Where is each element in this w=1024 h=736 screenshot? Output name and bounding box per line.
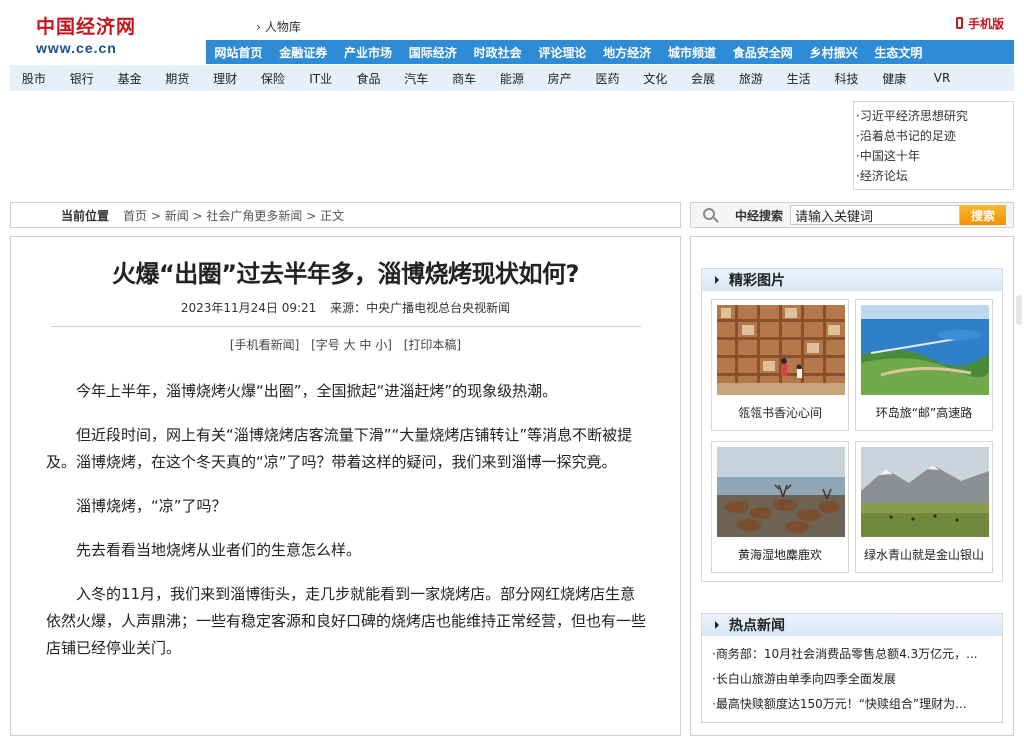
gallery-caption: 绿水青山就是金山银山 [863,548,984,562]
nav-primary-item[interactable]: 城市频道 [660,44,725,61]
mobile-version-link[interactable]: 手机版 [956,15,1004,32]
search-input[interactable] [790,205,961,225]
font-size-control[interactable]: [字号 大 中 小] [311,338,392,352]
featured-links-box: ·习近平经济思想研究 ·沿着总书记的足迹 ·中国这十年 ·经济论坛 [853,101,1014,190]
logo-chinese: 中国经济网 [36,16,137,38]
hot-news-box: 热点新闻 ·商务部：10月社会消费品零售总额4.3万亿元，... ·长白山旅游由… [701,613,1003,723]
chevron-right-icon: › [256,20,261,34]
nav-secondary-item[interactable]: 健康 [870,70,918,87]
nav-secondary-item[interactable]: 理财 [201,70,249,87]
search-label: 中经搜索 [735,208,784,223]
nav-primary-item[interactable]: 地方经济 [595,44,660,61]
bookshelf-photo-icon [717,305,845,395]
top-breadcrumb-label: 人物库 [264,20,301,34]
hot-news-item[interactable]: ·商务部：10月社会消费品零售总额4.3万亿元，... [712,642,997,667]
coastal-island-photo-icon [861,305,989,395]
hot-news-item[interactable]: ·长白山旅游由单季向四季全面发展 [712,667,997,692]
right-sidebar: 精彩图片 瓴瓴书香沁心间 环岛旅“邮”高速路 黄海湿地麋鹿欢 绿水青山就是金山银… [690,236,1014,736]
nav-secondary-item[interactable]: 期货 [153,70,201,87]
hot-news-header: 热点新闻 [702,614,1002,636]
breadcrumb-label: 当前位置 [61,208,110,223]
article-body: 今年上半年，淄博烧烤火爆“出圈”，全国掀起“进淄赶烤”的现象级热潮。 但近段时间… [46,378,646,679]
article-panel: 火爆“出圈”过去半年多，淄博烧烤现状如何? 2023年11月24日 09:21 … [10,236,681,736]
nav-primary-item[interactable]: 食品安全网 [724,44,801,61]
nav-primary-item[interactable]: 时政社会 [465,44,530,61]
nav-secondary-item[interactable]: 科技 [823,70,871,87]
hot-news-title: 热点新闻 [729,618,785,634]
nav-secondary-item[interactable]: 汽车 [392,70,440,87]
divider [51,326,641,327]
nav-secondary-item[interactable]: VR [918,71,966,85]
nav-secondary-item[interactable]: 基金 [106,70,154,87]
article-tools: [手机看新闻] [字号 大 中 小] [打印本稿] [11,336,680,353]
print-link[interactable]: [打印本稿] [404,338,461,352]
featured-link[interactable]: ·经济论坛 [856,166,1013,186]
search-icon [703,207,719,223]
article-title: 火爆“出圈”过去半年多，淄博烧烤现状如何? [112,260,579,288]
search-bar: 中经搜索 搜索 [690,202,1014,228]
gallery-title: 精彩图片 [729,273,785,289]
gallery-caption: 环岛旅“邮”高速路 [875,406,973,420]
nav-secondary-item[interactable]: 商车 [440,70,488,87]
nav-secondary-item[interactable]: 文化 [631,70,679,87]
nav-primary-item[interactable]: 网站首页 [206,44,271,61]
nav-primary-item[interactable]: 金融证券 [271,44,336,61]
deer-wetland-photo-icon [717,447,845,537]
triangle-right-icon [715,621,719,629]
hot-news-item[interactable]: ·最高快赎额度达150万元！“快赎组合”理财为... [712,692,997,717]
nav-secondary-item[interactable]: 食品 [345,70,393,87]
gallery-item[interactable]: 环岛旅“邮”高速路 [855,299,993,431]
nav-primary-item[interactable]: 生态文明 [866,44,931,61]
nav-primary-item[interactable]: 评论理论 [530,44,595,61]
gallery-item[interactable]: 绿水青山就是金山银山 [855,441,993,573]
gallery-item[interactable]: 黄海湿地麋鹿欢 [711,441,849,573]
gallery-item[interactable]: 瓴瓴书香沁心间 [711,299,849,431]
article-paragraph: 但近段时间，网上有关“淄博烧烤店客流量下滑”“大量烧烤店铺转让”等消息不断被提及… [46,426,633,471]
primary-nav: 网站首页 金融证券 产业市场 国际经济 时政社会 评论理论 地方经济 城市频道 … [206,40,1014,64]
hot-news-list: ·商务部：10月社会消费品零售总额4.3万亿元，... ·长白山旅游由单季向四季… [702,636,1002,717]
article-paragraph: 入冬的11月，我们来到淄博街头，走几步就能看到一家烧烤店。部分网红烧烤店生意依然… [46,585,647,657]
nav-secondary-item[interactable]: 旅游 [727,70,775,87]
nav-secondary-item[interactable]: 会展 [679,70,727,87]
nav-secondary-item[interactable]: 房产 [536,70,584,87]
triangle-right-icon [715,276,719,284]
breadcrumb: 当前位置 首页 > 新闻 > 社会广角更多新闻 > 正文 [10,202,681,228]
search-button[interactable]: 搜索 [960,205,1007,225]
featured-link[interactable]: ·习近平经济思想研究 [856,106,1013,126]
logo-url: www.ce.cn [36,40,117,56]
top-breadcrumb[interactable]: › 人物库 [256,18,301,35]
gallery-caption: 瓴瓴书香沁心间 [737,406,822,420]
nav-secondary-item[interactable]: 股市 [10,70,58,87]
scrollbar-thumb[interactable] [1016,295,1022,325]
article-paragraph: 今年上半年，淄博烧烤火爆“出圈”，全国掀起“进淄赶烤”的现象级热潮。 [76,382,558,400]
featured-link[interactable]: ·沿着总书记的足迹 [856,126,1013,146]
gallery-header: 精彩图片 [702,269,1002,291]
nav-secondary-item[interactable]: 医药 [584,70,632,87]
article-datetime: 2023年11月24日 09:21 [180,301,317,315]
featured-link[interactable]: ·中国这十年 [856,146,1013,166]
nav-secondary-item[interactable]: IT业 [297,70,345,87]
mobile-version-label: 手机版 [968,17,1005,31]
nav-secondary-item[interactable]: 能源 [488,70,536,87]
nav-secondary-item[interactable]: 保险 [249,70,297,87]
gallery-box: 精彩图片 瓴瓴书香沁心间 环岛旅“邮”高速路 黄海湿地麋鹿欢 绿水青山就是金山银… [701,268,1003,582]
nav-primary-item[interactable]: 乡村振兴 [801,44,866,61]
secondary-nav: 股市 银行 基金 期货 理财 保险 IT业 食品 汽车 商车 能源 房产 医药 … [10,65,1014,91]
article-source: 来源：中央广播电视总台央视新闻 [330,301,511,315]
article-meta: 2023年11月24日 09:21 来源：中央广播电视总台央视新闻 [11,299,680,316]
gallery-caption: 黄海湿地麋鹿欢 [737,548,822,562]
nav-primary-item[interactable]: 产业市场 [336,44,401,61]
nav-secondary-item[interactable]: 银行 [58,70,106,87]
article-paragraph: 淄博烧烤，“凉”了吗？ [76,497,227,515]
nav-secondary-item[interactable]: 生活 [775,70,823,87]
breadcrumb-path[interactable]: 首页 > 新闻 > 社会广角更多新闻 > 正文 [123,207,344,224]
article-paragraph: 先去看看当地烧烤从业者们的生意怎么样。 [76,541,362,559]
phone-icon [956,17,963,29]
grassland-mountain-photo-icon [861,447,989,537]
site-logo[interactable]: 中国经济网 www.ce.cn [36,12,156,56]
mobile-news-link[interactable]: [手机看新闻] [230,338,299,352]
nav-primary-item[interactable]: 国际经济 [400,44,465,61]
